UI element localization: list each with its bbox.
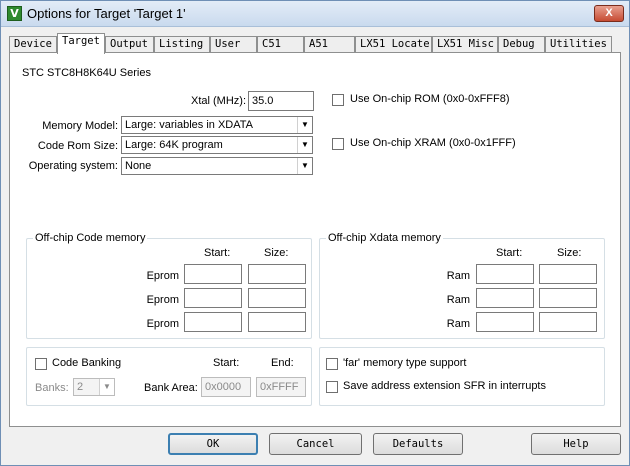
eprom-start-input-3[interactable] xyxy=(184,312,242,332)
ram-label: Ram xyxy=(446,318,470,330)
chevron-down-icon: ▼ xyxy=(99,379,114,395)
title-bar: V Options for Target 'Target 1' X xyxy=(1,1,629,27)
bank-area-end-header: End: xyxy=(271,357,294,369)
tab-debug[interactable]: Debug xyxy=(498,36,545,53)
tab-c51[interactable]: C51 xyxy=(257,36,304,53)
memory-model-label: Memory Model: xyxy=(42,120,118,132)
offchip-code-start-header: Start: xyxy=(204,247,231,259)
ram-start-input-2[interactable] xyxy=(476,288,534,308)
offchip-code-group: Off-chip Code memory Start: Size: Eprom … xyxy=(26,232,312,339)
device-name: STC STC8H8K64U Series xyxy=(22,67,151,79)
offchip-xdata-size-header: Size: xyxy=(557,247,582,259)
code-rom-size-select[interactable]: Large: 64K program ▼ xyxy=(121,136,313,154)
bank-area-start-header: Start: xyxy=(213,357,240,369)
onchip-xram-checkbox[interactable] xyxy=(332,138,344,150)
far-memory-label: 'far' memory type support xyxy=(343,357,467,369)
ram-label: Ram xyxy=(446,270,470,282)
save-sfr-checkbox[interactable] xyxy=(326,381,338,393)
eprom-size-input-3[interactable] xyxy=(248,312,306,332)
offchip-xdata-start-header: Start: xyxy=(496,247,523,259)
tab-utilities[interactable]: Utilities xyxy=(545,36,612,53)
ram-label: Ram xyxy=(446,294,470,306)
code-banking-group: Code Banking Start: End: Banks: 2 ▼ Bank… xyxy=(26,347,312,406)
eprom-start-input-2[interactable] xyxy=(184,288,242,308)
operating-system-value: None xyxy=(125,160,152,172)
memory-model-value: Large: variables in XDATA xyxy=(125,119,253,131)
defaults-button[interactable]: Defaults xyxy=(373,433,463,455)
help-button[interactable]: Help xyxy=(531,433,621,455)
banks-label: Banks: xyxy=(35,382,69,394)
onchip-rom-checkbox[interactable] xyxy=(332,94,344,106)
ok-button[interactable]: OK xyxy=(168,433,258,455)
bank-area-label: Bank Area: xyxy=(144,382,198,394)
save-sfr-label: Save address extension SFR in interrupts xyxy=(343,380,546,392)
tab-output[interactable]: Output xyxy=(105,36,154,53)
eprom-start-input-1[interactable] xyxy=(184,264,242,284)
banks-select[interactable]: 2 ▼ xyxy=(73,378,115,396)
tab-lx51-locate[interactable]: LX51 Locate xyxy=(355,36,432,53)
tab-lx51-misc[interactable]: LX51 Misc xyxy=(432,36,498,53)
tab-user[interactable]: User xyxy=(210,36,257,53)
offchip-xdata-group: Off-chip Xdata memory Start: Size: Ram R… xyxy=(319,232,605,339)
banks-value: 2 xyxy=(77,381,84,393)
target-panel: STC STC8H8K64U Series Xtal (MHz): 35.0 U… xyxy=(9,52,621,427)
ram-start-input-3[interactable] xyxy=(476,312,534,332)
operating-system-select[interactable]: None ▼ xyxy=(121,157,313,175)
bank-area-end-input[interactable]: 0xFFFF xyxy=(256,377,306,397)
offchip-code-size-header: Size: xyxy=(264,247,289,259)
tab-target[interactable]: Target xyxy=(57,33,105,54)
cancel-button[interactable]: Cancel xyxy=(269,433,362,455)
memory-model-select[interactable]: Large: variables in XDATA ▼ xyxy=(121,116,313,134)
bank-area-start-input[interactable]: 0x0000 xyxy=(201,377,251,397)
onchip-rom-label: Use On-chip ROM (0x0-0xFFF8) xyxy=(350,93,510,105)
offchip-xdata-title: Off-chip Xdata memory xyxy=(326,232,443,244)
chevron-down-icon: ▼ xyxy=(297,158,312,174)
eprom-label: Eprom xyxy=(146,318,179,330)
tab-a51[interactable]: A51 xyxy=(304,36,355,53)
operating-system-label: Operating system: xyxy=(28,160,118,172)
ram-start-input-1[interactable] xyxy=(476,264,534,284)
chevron-down-icon: ▼ xyxy=(297,137,312,153)
eprom-label: Eprom xyxy=(146,294,179,306)
close-button[interactable]: X xyxy=(594,5,624,22)
window-title: Options for Target 'Target 1' xyxy=(27,6,186,21)
tab-listing[interactable]: Listing xyxy=(154,36,210,53)
code-rom-size-label: Code Rom Size: xyxy=(37,140,118,152)
code-rom-size-value: Large: 64K program xyxy=(125,139,223,151)
code-banking-label: Code Banking xyxy=(52,357,122,369)
offchip-code-title: Off-chip Code memory xyxy=(33,232,148,244)
onchip-xram-label: Use On-chip XRAM (0x0-0x1FFF) xyxy=(350,137,516,149)
ram-size-input-2[interactable] xyxy=(539,288,597,308)
chevron-down-icon: ▼ xyxy=(297,117,312,133)
app-icon: V xyxy=(7,6,22,21)
options-dialog: V Options for Target 'Target 1' X Device… xyxy=(0,0,630,466)
code-banking-checkbox[interactable] xyxy=(35,358,47,370)
eprom-size-input-2[interactable] xyxy=(248,288,306,308)
eprom-label: Eprom xyxy=(146,270,179,282)
ram-size-input-3[interactable] xyxy=(539,312,597,332)
memory-options-group: 'far' memory type support Save address e… xyxy=(319,347,605,406)
xtal-input[interactable]: 35.0 xyxy=(248,91,314,111)
ram-size-input-1[interactable] xyxy=(539,264,597,284)
xtal-label: Xtal (MHz): xyxy=(191,95,246,107)
eprom-size-input-1[interactable] xyxy=(248,264,306,284)
far-memory-checkbox[interactable] xyxy=(326,358,338,370)
tab-device[interactable]: Device xyxy=(9,36,57,53)
